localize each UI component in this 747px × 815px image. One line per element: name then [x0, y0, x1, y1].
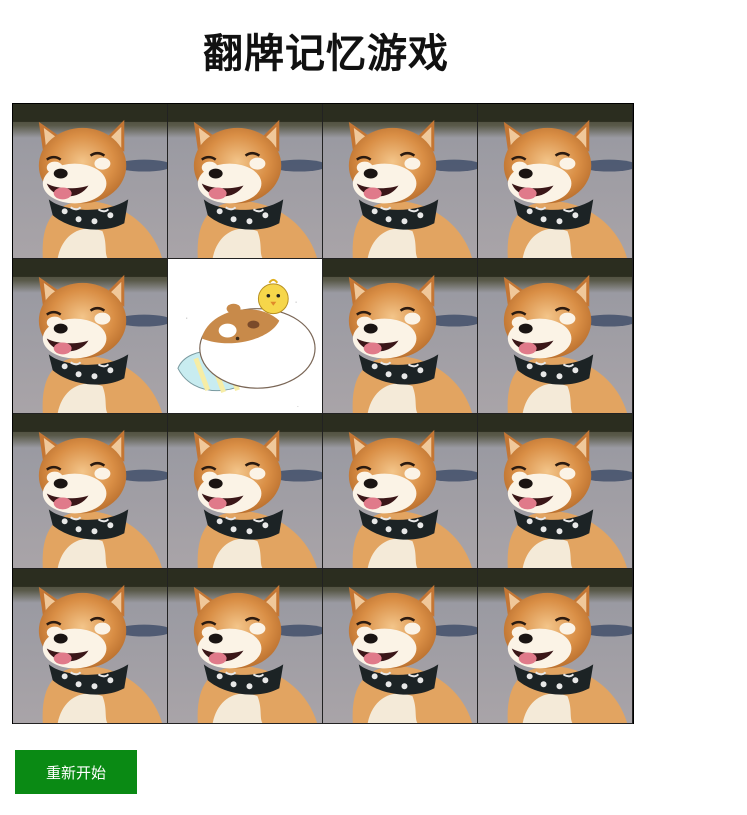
shiba-dog-image	[13, 414, 167, 568]
card-face-up[interactable]: · · ·	[168, 259, 323, 414]
hamster-chick-image: · · ·	[168, 259, 322, 413]
shiba-dog-image	[478, 104, 632, 258]
card-face-down[interactable]	[13, 414, 168, 569]
card-face-down[interactable]	[323, 414, 478, 569]
shiba-dog-image	[168, 414, 322, 568]
shiba-dog-image	[13, 104, 167, 258]
shiba-dog-image	[13, 569, 167, 723]
svg-text:·: ·	[295, 300, 297, 307]
shiba-dog-image	[323, 104, 477, 258]
shiba-dog-image	[13, 259, 167, 413]
card-face-down[interactable]	[323, 569, 478, 724]
card-face-down[interactable]	[13, 569, 168, 724]
page-title: 翻牌记忆游戏	[203, 30, 449, 77]
shiba-dog-image	[323, 414, 477, 568]
svg-text:·: ·	[186, 316, 188, 323]
card-grid: · · ·	[12, 103, 634, 724]
card-face-down[interactable]	[13, 259, 168, 414]
card-face-down[interactable]	[168, 104, 323, 259]
shiba-dog-image	[323, 259, 477, 413]
card-face-down[interactable]	[323, 104, 478, 259]
card-face-down[interactable]	[168, 569, 323, 724]
restart-button[interactable]: 重新开始	[15, 750, 137, 794]
card-face-down[interactable]	[478, 259, 633, 414]
shiba-dog-image	[323, 569, 477, 723]
card-face-down[interactable]	[323, 259, 478, 414]
shiba-dog-image	[168, 104, 322, 258]
card-face-down[interactable]	[168, 414, 323, 569]
card-face-down[interactable]	[478, 104, 633, 259]
shiba-dog-image	[478, 259, 632, 413]
shiba-dog-image	[168, 569, 322, 723]
card-face-down[interactable]	[13, 104, 168, 259]
shiba-dog-image	[478, 569, 632, 723]
card-face-down[interactable]	[478, 569, 633, 724]
shiba-dog-image	[478, 414, 632, 568]
card-face-down[interactable]	[478, 414, 633, 569]
